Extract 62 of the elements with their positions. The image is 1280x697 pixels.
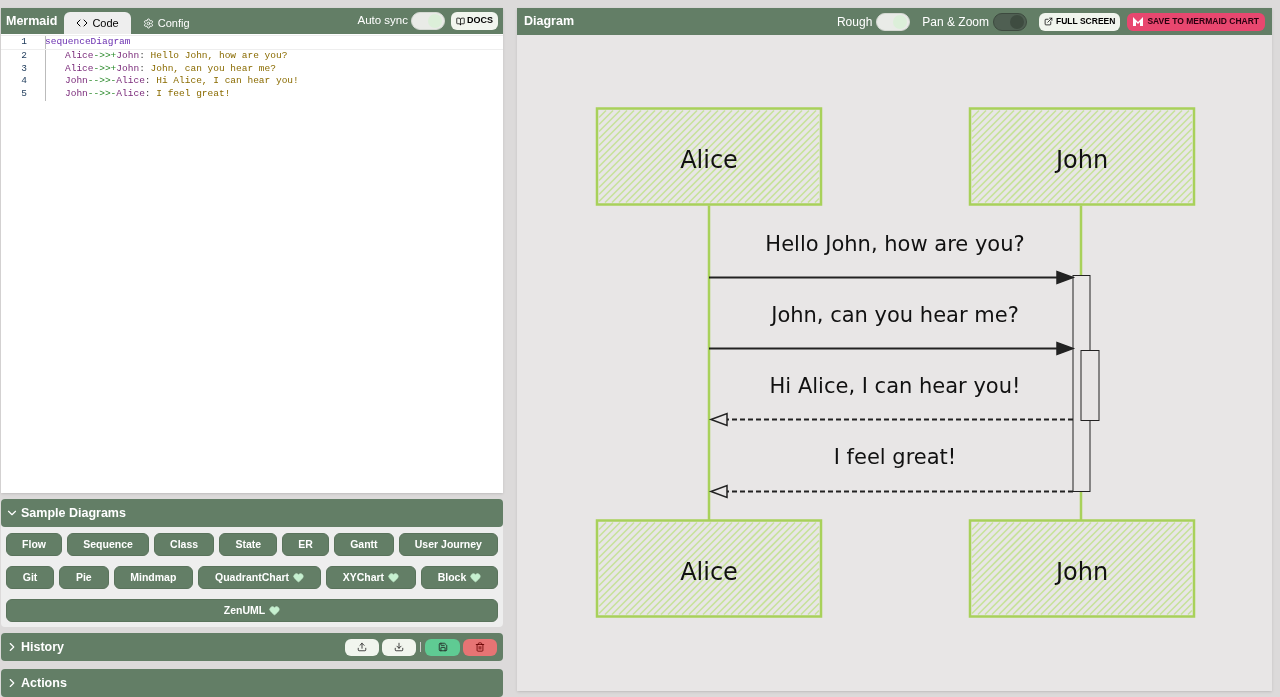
code-line: Alice->>+John: John, can you hear me? [65,62,276,76]
heart-icon [470,572,482,584]
download-button[interactable] [382,638,416,656]
participant-box: John [968,519,1196,618]
sample-diagram-button[interactable]: Block [420,566,499,590]
pan-zoom-label: Pan & Zoom [922,13,990,31]
full-screen-button[interactable]: FULL SCREEN [1039,12,1121,31]
sample-diagram-button[interactable]: Flow [6,533,63,557]
save-icon [437,642,448,653]
save-to-mermaid-chart-button[interactable]: SAVE TO MERMAID CHART [1127,12,1265,31]
tab[interactable]: Code [64,12,131,34]
code-line: sequenceDiagram [45,36,131,49]
section-header[interactable]: History [5,637,65,657]
rough-label: Rough [836,13,873,31]
line-number: 2 [20,49,27,63]
participant-box: Alice [595,519,823,618]
upload-icon [357,642,367,653]
sample-diagram-button[interactable]: State [219,533,278,557]
participant-box: John [968,107,1196,206]
section-header[interactable]: Actions [5,673,67,693]
sample-diagram-button[interactable]: XYChart [325,566,416,590]
sample-diagram-button[interactable]: QuadrantChart [198,566,321,590]
delete-button[interactable] [463,638,497,656]
participant-box: Alice [595,107,823,206]
sample-diagram-button[interactable]: Mindmap [113,566,194,590]
line-number: 5 [20,88,27,101]
diagram-title: Diagram [524,13,575,31]
sample-diagram-button[interactable]: User Journey [398,533,499,557]
gear-icon [142,17,154,29]
heart-icon [293,572,305,584]
save-button[interactable] [425,638,460,656]
auto-sync-label: Auto sync [357,13,408,29]
line-number: 4 [20,75,27,89]
code-icon [76,17,89,29]
sample-diagram-button[interactable]: Sequence [67,533,149,557]
external-link-icon [1044,17,1054,26]
line-number: 3 [20,62,27,76]
sample-diagram-button[interactable]: ER [282,533,329,557]
upload-button[interactable] [345,638,379,656]
tab[interactable]: Config [130,12,202,34]
heart-icon [388,572,400,584]
line-number: 1 [20,36,27,49]
heart-icon [269,605,281,617]
sample-diagram-button[interactable]: Gantt [334,533,394,557]
sample-diagram-button[interactable]: Pie [59,566,109,590]
message-label: I feel great! [833,444,957,469]
code-line: John-->>-Alice: Hi Alice, I can hear you! [65,75,299,89]
message-label: Hi Alice, I can hear you! [769,373,1021,398]
sample-diagram-button[interactable]: ZenUML [6,599,498,623]
message-label: Hello John, how are you? [765,231,1025,256]
message-label: John, can you hear me? [771,302,1019,327]
editor-title: Mermaid [6,12,58,30]
sample-diagram-button[interactable]: Git [6,566,55,590]
book-icon [456,16,465,26]
code-line: John-->>-Alice: I feel great! [65,88,231,101]
sample-diagram-button[interactable]: Class [154,533,215,557]
section-header[interactable]: Sample Diagrams [5,503,126,523]
code-line: Alice->>+John: Hello John, how are you? [65,49,288,63]
logo-icon [1133,17,1144,26]
docs-button[interactable]: DOCS [451,12,498,30]
delete-icon [475,642,485,653]
download-icon [394,642,404,653]
